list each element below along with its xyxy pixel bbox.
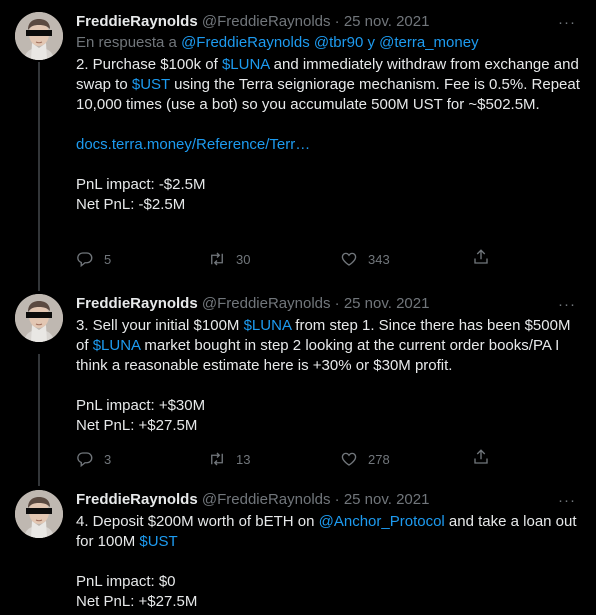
avatar[interactable] [15,490,63,538]
net-pnl: Net PnL: +$27.5M [76,593,198,610]
reply-context: En respuesta a @FreddieRaynolds @tbr90 y… [76,33,582,53]
reply-button[interactable]: 3 [76,450,208,468]
display-name[interactable]: FreddieRaynolds [76,295,198,312]
text-segment: 2. Purchase $100k of [76,56,222,73]
user-handle[interactable]: @FreddieRaynolds [202,13,331,30]
share-icon [472,448,490,466]
user-handle[interactable]: @FreddieRaynolds [202,295,331,312]
tweet[interactable]: FreddieRaynolds @FreddieRaynolds · 25 no… [0,12,596,288]
retweet-icon [208,250,226,268]
like-icon [340,250,358,268]
pnl-impact: PnL impact: -$2.5M [76,176,206,193]
reply-mention[interactable]: @terra_money [379,34,478,51]
like-count: 278 [368,451,390,467]
like-count: 343 [368,251,390,267]
reply-icon [76,450,94,468]
retweet-icon [208,450,226,468]
more-icon[interactable]: ··· [558,296,576,313]
cashtag-link[interactable]: $UST [139,533,177,550]
pnl-impact: PnL impact: +$30M [76,397,206,414]
tweet-text: 3. Sell your initial $100M $LUNA from st… [76,316,582,436]
tweet-text: 4. Deposit $200M worth of bETH on @Ancho… [76,512,582,612]
retweet-count: 13 [236,451,251,467]
cashtag-link[interactable]: $UST [132,76,170,93]
tweet-date[interactable]: · 25 nov. 2021 [335,295,430,312]
share-button[interactable] [472,448,492,471]
cashtag-link[interactable]: $LUNA [222,56,270,73]
tweet[interactable]: FreddieRaynolds @FreddieRaynolds · 25 no… [0,490,596,615]
more-icon[interactable]: ··· [558,492,576,509]
avatar[interactable] [15,294,63,342]
reply-prefix: En respuesta a [76,34,177,51]
like-button[interactable]: 343 [340,250,472,268]
cashtag-link[interactable]: $LUNA [244,317,292,334]
text-segment: 4. Deposit $200M worth of bETH on [76,513,319,530]
reply-mention[interactable]: @FreddieRaynolds [181,34,310,51]
reply-and: y [367,34,375,51]
user-handle[interactable]: @FreddieRaynolds [202,491,331,508]
display-name[interactable]: FreddieRaynolds [76,13,198,30]
docs-link[interactable]: docs.terra.money/Reference/Terr… [76,135,582,155]
more-icon[interactable]: ··· [558,14,576,31]
reply-icon [76,250,94,268]
cashtag-link[interactable]: $LUNA [93,337,141,354]
like-icon [340,450,358,468]
net-pnl: Net PnL: -$2.5M [76,196,186,213]
pnl-impact: PnL impact: $0 [76,573,176,590]
reply-mention[interactable]: @tbr90 [314,34,363,51]
tweet-text: 2. Purchase $100k of $LUNA and immediate… [76,55,582,215]
avatar[interactable] [15,12,63,60]
retweet-count: 30 [236,251,251,267]
text-segment: 3. Sell your initial $100M [76,317,244,334]
share-icon [472,248,490,266]
tweet-actions: 3 13 278 [76,449,506,469]
like-button[interactable]: 278 [340,450,472,468]
reply-count: 3 [104,451,112,467]
retweet-button[interactable]: 30 [208,250,340,268]
reply-count: 5 [104,251,112,267]
net-pnl: Net PnL: +$27.5M [76,417,198,434]
display-name[interactable]: FreddieRaynolds [76,491,198,508]
share-button[interactable] [472,248,492,271]
mention-link[interactable]: @Anchor_Protocol [319,513,445,530]
text-segment: market bought in step 2 looking at the c… [76,337,560,374]
tweet-date[interactable]: · 25 nov. 2021 [335,13,430,30]
tweet-actions: 5 30 343 [76,249,506,269]
reply-button[interactable]: 5 [76,250,208,268]
tweet-date[interactable]: · 25 nov. 2021 [335,491,430,508]
tweet[interactable]: FreddieRaynolds @FreddieRaynolds · 25 no… [0,294,596,474]
retweet-button[interactable]: 13 [208,450,340,468]
